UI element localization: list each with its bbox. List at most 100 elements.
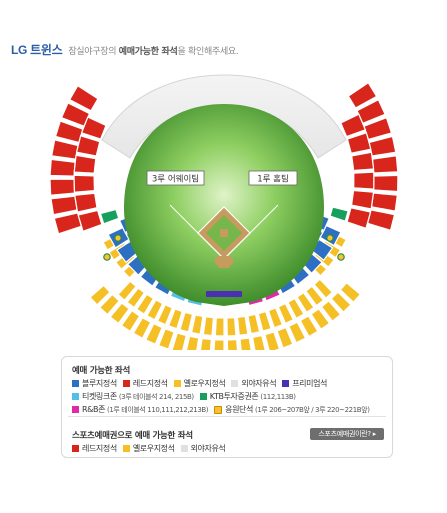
legend-item: R&B존 (1루 테이블석 110,111,212,213B) <box>72 404 209 415</box>
sports-ticket-title: 스포츠예매권으로 예매 가능한 좌석 <box>72 431 193 441</box>
legend-note: (1루 테이블석 110,111,212,213B) <box>107 405 209 414</box>
legend-swatch <box>282 380 290 387</box>
red-seat-section[interactable] <box>351 151 375 172</box>
ktb-zone-section[interactable] <box>329 206 349 223</box>
legend-swatch <box>72 445 79 452</box>
yellow-seat-section[interactable] <box>247 313 261 335</box>
subtitle-pre: 잠실야구장의 <box>68 47 119 57</box>
legend-label: 응원단석 <box>225 405 253 414</box>
red-seat-section[interactable] <box>50 139 79 160</box>
legend-label: 외야자유석 <box>241 379 277 388</box>
team-name: LG 트윈스 <box>11 43 63 57</box>
red-seat-section[interactable] <box>368 135 397 157</box>
first-base-label: 1루 홈팀 <box>257 174 289 185</box>
legend-swatch <box>122 445 130 452</box>
legend-swatch <box>180 445 188 452</box>
third-base-label: 3루 어웨이팀 <box>152 174 199 185</box>
legend-swatch <box>173 380 181 387</box>
yellow-seat-section[interactable] <box>185 335 200 350</box>
red-seat-section[interactable] <box>50 195 78 216</box>
legend-item: 옐로우지정석 <box>122 443 175 454</box>
legend-label: 레드지정석 <box>132 379 168 388</box>
red-seat-section[interactable] <box>350 189 375 210</box>
legend-swatch <box>122 380 130 387</box>
yellow-seat-section[interactable] <box>202 316 215 337</box>
legend-swatch <box>72 406 79 413</box>
legend-swatch <box>231 380 239 387</box>
red-seat-section[interactable] <box>49 158 76 177</box>
red-seat-section[interactable] <box>346 132 372 154</box>
yellow-seat-section[interactable] <box>213 339 225 350</box>
legend-item: 외야자유석 <box>180 443 226 454</box>
cheer-seat-marker[interactable] <box>114 234 122 242</box>
legend-item: 블루지정석 <box>72 378 117 389</box>
yellow-seat-section[interactable] <box>171 332 187 350</box>
cheer-seat-marker[interactable] <box>103 253 111 261</box>
legend-note: (3루 테이블석 214, 215B) <box>118 392 194 401</box>
yellow-seat-section[interactable] <box>179 311 194 333</box>
red-seat-section[interactable] <box>73 154 97 174</box>
legend-note: (1루 206~207B앞 / 3루 220~221B앞) <box>254 405 370 414</box>
yellow-seat-section[interactable] <box>236 315 249 336</box>
cheer-seat-marker[interactable] <box>326 234 334 242</box>
red-seat-section[interactable] <box>366 209 396 232</box>
yellow-seat-section[interactable] <box>264 331 281 350</box>
yellow-seat-section[interactable] <box>226 338 239 350</box>
page-header: LG 트윈스 잠실야구장의 예매가능한 좌석을 확인해주세요. <box>11 41 239 57</box>
grass-field <box>124 104 324 306</box>
legend-item: 외야자유석 <box>231 378 277 389</box>
legend-item: 레드지정석 <box>122 378 168 389</box>
red-seat-section[interactable] <box>370 192 399 212</box>
yellow-seat-section[interactable] <box>199 337 212 350</box>
ktb-zone-section[interactable] <box>99 208 120 225</box>
subtitle-post: 을 확인해주세요. <box>177 47 239 57</box>
legend-item: 레드지정석 <box>72 443 117 454</box>
legend-swatch <box>72 380 79 387</box>
subtitle-bold: 예매가능한 좌석 <box>118 47 178 57</box>
legend-swatch <box>199 393 207 400</box>
legend-item: 프리미엄석 <box>282 378 327 389</box>
cheer-seat-marker[interactable] <box>337 253 345 261</box>
legend-label: 옐로우지정석 <box>183 379 226 388</box>
yellow-seat-section[interactable] <box>239 337 252 350</box>
yellow-seat-section[interactable] <box>226 316 237 337</box>
legend-item: KTB투자증권존 (112,113B) <box>199 391 296 402</box>
red-seat-section[interactable] <box>353 171 375 190</box>
legend-row-4: 레드지정석 옐로우지정석 외야자유석 <box>72 443 231 454</box>
red-seat-section[interactable] <box>373 174 399 193</box>
legend-label: 블루지정석 <box>82 379 117 388</box>
red-seat-section[interactable] <box>53 212 83 235</box>
legend-divider <box>68 416 386 417</box>
red-seat-section[interactable] <box>371 155 399 174</box>
red-seat-section[interactable] <box>74 192 98 213</box>
yellow-seat-section[interactable] <box>214 317 225 337</box>
legend-label: 티켓링크존 <box>82 392 117 401</box>
legend-row-1: 블루지정석 레드지정석 옐로우지정석 외야자유석 프리미엄석 <box>72 378 333 389</box>
legend-label: 외야자유석 <box>190 444 226 453</box>
legend-swatch <box>72 393 79 400</box>
legend-item: 응원단석 (1루 206~207B앞 / 3루 220~221B앞) <box>214 404 370 415</box>
legend-label: 레드지정석 <box>82 444 117 453</box>
red-seat-section[interactable] <box>77 209 103 233</box>
red-seat-section[interactable] <box>346 207 372 230</box>
legend-label: KTB투자증권존 <box>209 392 259 401</box>
red-seat-section[interactable] <box>75 135 101 157</box>
legend-swatch <box>214 405 223 414</box>
page-subtitle: 잠실야구장의 예매가능한 좌석을 확인해주세요. <box>68 44 238 57</box>
yellow-seat-section[interactable] <box>190 314 204 335</box>
legend-note: (112,113B) <box>260 392 296 401</box>
red-seat-section[interactable] <box>49 178 76 196</box>
legend-item: 옐로우지정석 <box>173 378 226 389</box>
stadium-seat-map: 3루 어웨이팀 1루 홈팀 <box>49 74 399 350</box>
yellow-seat-section[interactable] <box>251 334 266 350</box>
sports-ticket-info-button[interactable]: 스포츠예매권이란? ▸ <box>310 428 384 440</box>
legend-title: 예매 가능한 좌석 <box>72 366 130 376</box>
legend-label: R&B존 <box>82 405 106 414</box>
third-base-dugout-label: 3루 어웨이팀 <box>146 170 205 186</box>
legend-row-3: R&B존 (1루 테이블석 110,111,212,213B) 응원단석 (1루 20… <box>72 404 376 415</box>
legend-label: 프리미엄석 <box>292 379 328 388</box>
legend-row-2: 티켓링크존 (3루 테이블석 214, 215B) KTB투자증권존 (112,113… <box>72 391 302 402</box>
legend-label: 옐로우지정석 <box>132 444 175 453</box>
seat-legend-panel: 예매 가능한 좌석 블루지정석 레드지정석 옐로우지정석 외야자유석 프리미엄석 티켓링… <box>61 356 393 458</box>
red-seat-section[interactable] <box>73 174 96 193</box>
